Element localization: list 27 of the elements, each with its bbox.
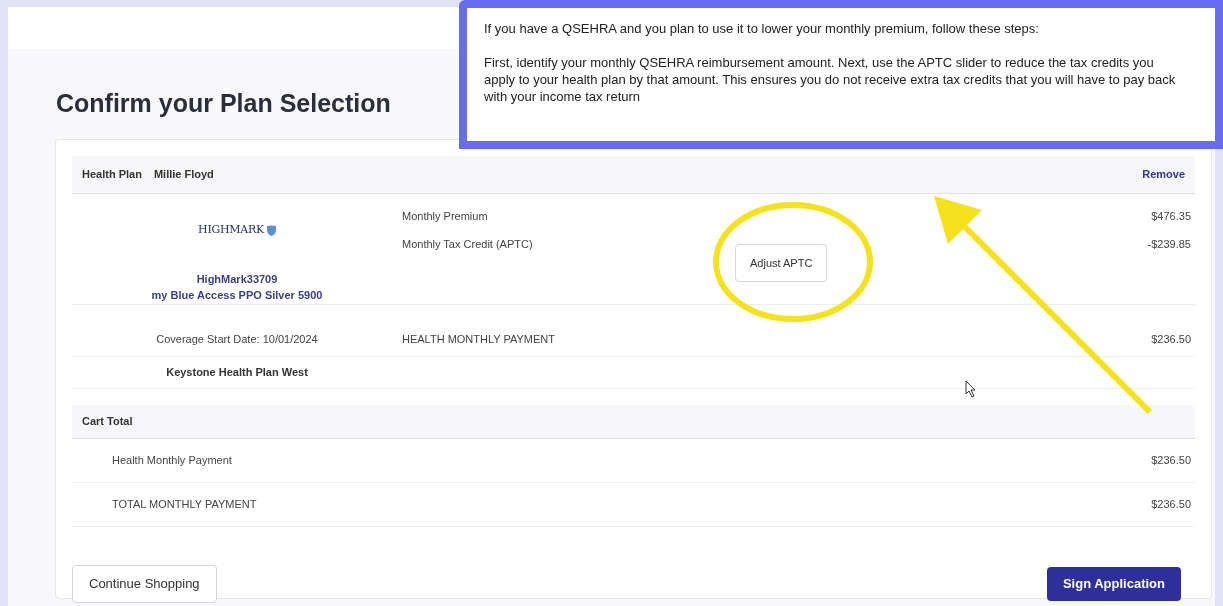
line-label: Monthly Premium	[402, 208, 489, 224]
shield-icon	[266, 224, 276, 236]
callout-text: If you have a QSEHRA and you plan to use it to lower your monthly premium, follow these steps:	[484, 20, 1040, 37]
line-amount: $476.35	[1150, 208, 1192, 224]
cart-row-label: TOTAL MONTHLY PAYMENT	[112, 496, 258, 512]
plan-id: HighMark33709	[196, 271, 278, 287]
line-label: Monthly Tax Credit (APTC)	[402, 236, 534, 252]
cart-row-label: Health Monthly Payment	[112, 452, 233, 468]
plan-name: my Blue Access PPO Silver 5900	[151, 288, 323, 303]
callout-text: First, identify your monthly QSEHRA reimbursement amount. Next, use the APTC slider to reduce the tax credits you apply to your health plan by that amount. This ensures you do not receive extra tax credits that you will have to pay back with your income tax return	[484, 54, 1177, 105]
coverage-date: Coverage Start Date: 10/01/2024	[155, 332, 319, 347]
sign-application-button[interactable]: Sign Application	[1046, 566, 1181, 601]
adjust-aptc-button[interactable]: Adjust APTC	[735, 244, 828, 282]
highmark-logo: HIGHMARK	[198, 222, 276, 239]
cursor-icon	[965, 380, 977, 398]
line-amount: -$239.85	[1146, 236, 1192, 252]
carrier-name: Keystone Health Plan West	[165, 364, 309, 380]
cart-total-heading: Cart Total	[82, 413, 133, 429]
continue-shopping-button[interactable]: Continue Shopping	[72, 564, 217, 603]
plan-label: Health Plan	[82, 167, 142, 183]
remove-link[interactable]: Remove	[1142, 166, 1185, 183]
member-name: Millie Floyd	[153, 167, 214, 183]
payment-amount: $236.50	[1150, 332, 1192, 347]
page-title: Confirm your Plan Selection	[56, 88, 391, 119]
cart-row-amount: $236.50	[1150, 496, 1192, 512]
cart-row-amount: $236.50	[1150, 452, 1192, 468]
payment-label: HEALTH MONTHLY PAYMENT	[402, 332, 556, 347]
